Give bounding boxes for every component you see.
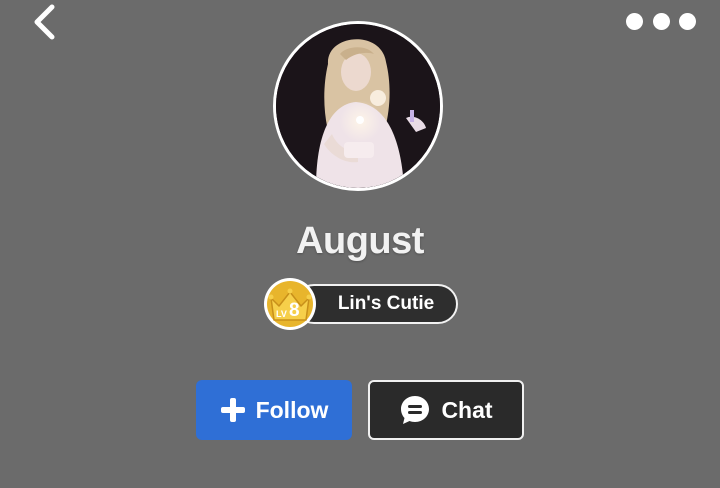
back-button[interactable] [24, 2, 64, 42]
chevron-left-icon [34, 4, 55, 40]
follow-button[interactable]: Follow [196, 380, 352, 440]
level-number: 8 [289, 300, 300, 321]
level-badge[interactable]: LV 8 [262, 276, 318, 332]
profile-username: August [296, 220, 424, 262]
chat-bubble-icon [399, 394, 431, 426]
profile-avatar[interactable] [273, 21, 443, 191]
more-options-button[interactable] [626, 6, 696, 36]
profile-title-tag[interactable]: Lin's Cutie [294, 284, 458, 324]
more-dots-icon [626, 12, 643, 30]
level-prefix: LV [276, 309, 287, 319]
avatar-photo [276, 24, 440, 188]
follow-label: Follow [255, 396, 329, 423]
plus-icon [220, 397, 246, 423]
more-dot [652, 12, 670, 30]
profile-title-label: Lin's Cutie [337, 293, 435, 314]
chat-label: Chat [441, 396, 493, 423]
chat-button[interactable]: Chat [368, 380, 524, 440]
more-dot [679, 12, 696, 30]
